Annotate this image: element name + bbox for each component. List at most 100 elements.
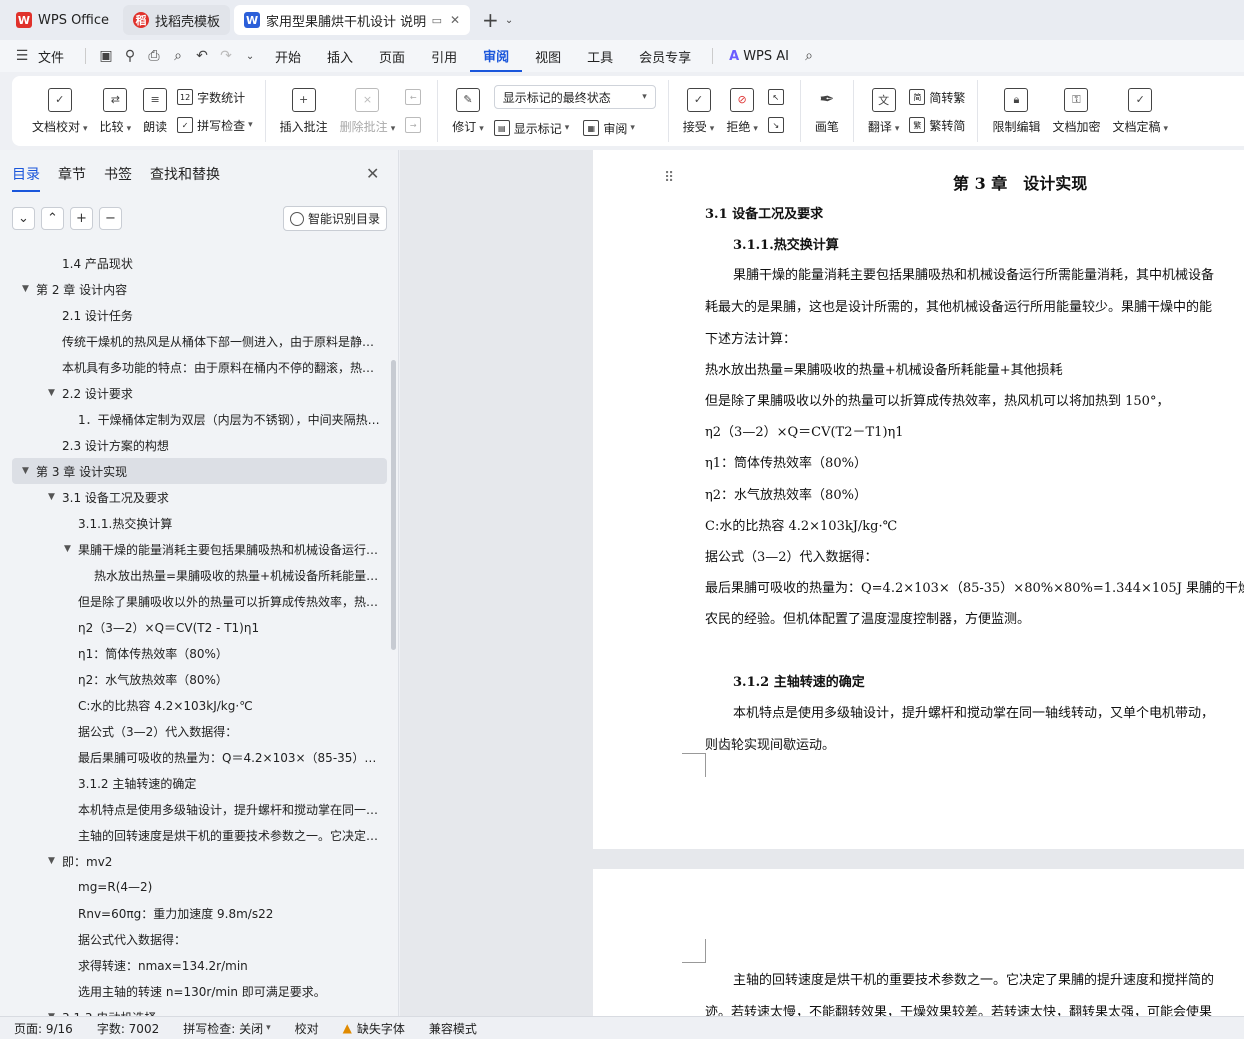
- toc-item[interactable]: 3.1.1.热交换计算: [12, 510, 387, 536]
- toc-item[interactable]: 2.1 设计任务: [12, 302, 387, 328]
- toc-item[interactable]: ▼ 第 2 章 设计内容: [12, 276, 387, 302]
- toc-item[interactable]: η1：筒体传热效率（80%）: [12, 640, 387, 666]
- print-preview-icon[interactable]: ⌕: [166, 44, 190, 68]
- pen-button[interactable]: ✒ 画笔: [809, 81, 845, 141]
- simplified-to-traditional-button[interactable]: 简 简转繁: [909, 88, 965, 106]
- toc-item[interactable]: ▼果脯干燥的能量消耗主要包括果脯吸热和机械设备运行所需能量消耗...: [12, 536, 387, 562]
- print-icon[interactable]: ⎙: [142, 44, 166, 68]
- toc-item[interactable]: ▼ 即：mv2: [12, 848, 387, 874]
- insert-comment-button[interactable]: + 插入批注: [274, 81, 334, 141]
- tab-current-document[interactable]: W 家用型果脯烘干机设计 说明书 ▭ ✕: [234, 5, 471, 35]
- menu-file[interactable]: 文件: [34, 40, 77, 72]
- translate-button[interactable]: 文 翻译 ▾: [862, 81, 906, 141]
- restrict-editing-button[interactable]: 🔒︎ 限制编辑: [986, 81, 1046, 141]
- toc-item[interactable]: 1.4 产品现状: [12, 250, 387, 276]
- toc-item[interactable]: 本机特点是使用多级轴设计，提升螺杆和搅动掌在同一轴线转动，...: [12, 796, 387, 822]
- menu-page[interactable]: 页面: [366, 40, 418, 72]
- track-changes-button[interactable]: ✎ 修订 ▾: [446, 81, 490, 141]
- toc-item[interactable]: ▼3.1.3 电动机选择: [12, 1004, 387, 1017]
- drag-handle-icon[interactable]: ⠿: [664, 170, 674, 186]
- menu-member[interactable]: 会员专享: [626, 40, 704, 72]
- compare-button[interactable]: ⇄ 比较 ▾: [94, 81, 138, 141]
- previous-change-button[interactable]: ↖: [767, 88, 788, 106]
- tab-wps-office[interactable]: W WPS Office: [6, 5, 119, 35]
- toc-item[interactable]: mg=R(4—2): [12, 874, 387, 900]
- show-markup-button[interactable]: ▤ 显示标记 ▾: [493, 119, 569, 137]
- toc-item[interactable]: 最后果脯可吸收的热量为：Q＝4.2×103×（85-35）×80%×80%...: [12, 744, 387, 770]
- toc-item[interactable]: 选用主轴的转速 n=130r/min 即可满足要求。: [12, 978, 387, 1004]
- menu-review[interactable]: 审阅: [470, 40, 523, 72]
- missing-font-button[interactable]: ▲ 缺失字体: [343, 1020, 405, 1037]
- add-heading-icon[interactable]: +: [70, 207, 93, 230]
- toc-item[interactable]: 1．干燥桶体定制为双层（内层为不锈钢），中间夹隔热保温层，...: [12, 406, 387, 432]
- toc-item[interactable]: η2：水气放热效率（80%）: [12, 666, 387, 692]
- new-tab-icon[interactable]: +: [482, 8, 499, 32]
- doc-check-button[interactable]: ✓ 文档校对 ▾: [26, 81, 94, 141]
- menu-view[interactable]: 视图: [522, 40, 574, 72]
- toc-item[interactable]: η2（3—2）×Q＝CV(T2 - T1)η1: [12, 614, 387, 640]
- finalize-document-button[interactable]: ✓ 文档定稿 ▾: [1106, 81, 1174, 141]
- chevron-down-icon[interactable]: ⌄: [505, 15, 513, 26]
- smart-toc-button[interactable]: 智能识别目录: [283, 206, 387, 231]
- redo-icon[interactable]: ↷: [214, 44, 238, 68]
- undo-icon[interactable]: ↶: [190, 44, 214, 68]
- hamburger-menu-icon[interactable]: ☰: [10, 44, 34, 68]
- next-change-button[interactable]: ↘: [767, 116, 788, 134]
- expand-triangle-icon[interactable]: ▼: [48, 388, 62, 398]
- review-pane-button[interactable]: ▦ 审阅 ▾: [583, 119, 635, 137]
- tab-toc[interactable]: 目录: [12, 164, 40, 192]
- expand-triangle-icon[interactable]: ▼: [48, 492, 62, 502]
- spell-check-button[interactable]: ✓ 拼写检查 ▾: [177, 116, 253, 134]
- word-count-indicator[interactable]: 字数: 7002: [97, 1020, 159, 1037]
- document-page[interactable]: ⠿ 第 3 章 设计实现 3.1 设备工况及要求 3.1.1.热交换计算 果脯干…: [593, 150, 1244, 849]
- toc-item[interactable]: ▼ 2.2 设计要求: [12, 380, 387, 406]
- toc-item[interactable]: 传统干燥机的热风是从桶体下部一侧进入，由于原料是静止的，热风只...: [12, 328, 387, 354]
- encrypt-document-button[interactable]: ⚿ 文档加密: [1046, 81, 1106, 141]
- word-count-button[interactable]: 12 字数统计: [177, 88, 253, 106]
- toc-item[interactable]: 求得转速：nmax=134.2r/min: [12, 952, 387, 978]
- toc-scrollbar[interactable]: [391, 360, 396, 650]
- menu-tools[interactable]: 工具: [574, 40, 626, 72]
- page-indicator[interactable]: 页面: 9/16: [14, 1020, 73, 1037]
- toc-item[interactable]: C:水的比热容 4.2×103kJ/kg·℃: [12, 692, 387, 718]
- document-page[interactable]: 主轴的回转速度是烘干机的重要技术参数之一。它决定了果脯的提升速度和搅拌简的 迹。…: [593, 869, 1244, 1016]
- search-icon[interactable]: ⌕: [797, 44, 821, 68]
- tab-find-replace[interactable]: 查找和替换: [150, 164, 220, 192]
- expand-triangle-icon[interactable]: ▼: [22, 466, 36, 476]
- accept-button[interactable]: ✓ 接受 ▾: [677, 81, 721, 141]
- toc-item[interactable]: 本机具有多功能的特点：由于原料在桶内不停的翻滚，热风对原料全方...: [12, 354, 387, 380]
- toc-item[interactable]: 3.1.2 主轴转速的确定: [12, 770, 387, 796]
- chevron-down-icon[interactable]: ⌄: [238, 44, 262, 68]
- save-icon[interactable]: ▣: [94, 44, 118, 68]
- monitor-icon[interactable]: ▭: [432, 14, 442, 27]
- toc-item[interactable]: 但是除了果脯吸收以外的热量可以折算成传热效率，热风机可以将...: [12, 588, 387, 614]
- toc-item[interactable]: 2.3 设计方案的构想: [12, 432, 387, 458]
- close-icon[interactable]: ✕: [450, 13, 460, 27]
- expand-triangle-icon[interactable]: ▼: [64, 544, 78, 554]
- toc-item[interactable]: 主轴的回转速度是烘干机的重要技术参数之一。它决定了果脯的提...: [12, 822, 387, 848]
- collapse-down-icon[interactable]: ⌄: [12, 207, 35, 230]
- previous-comment-button[interactable]: ←: [405, 88, 425, 106]
- tab-sections[interactable]: 章节: [58, 164, 86, 192]
- toc-item[interactable]: 热水放出热量=果脯吸收的热量+机械设备所耗能量+其他损耗: [12, 562, 387, 588]
- proofread-button[interactable]: 校对: [295, 1020, 319, 1037]
- toc-item[interactable]: 据公式（3—2）代入数据得：: [12, 718, 387, 744]
- close-icon[interactable]: ✕: [366, 164, 379, 183]
- next-comment-button[interactable]: →: [405, 116, 425, 134]
- share-link-icon[interactable]: ⚲: [118, 44, 142, 68]
- wps-ai-button[interactable]: A WPS AI: [721, 49, 797, 64]
- reject-button[interactable]: ⊘ 拒绝 ▾: [720, 81, 764, 141]
- markup-state-dropdown[interactable]: 显示标记的最终状态 ▾: [493, 85, 656, 109]
- remove-heading-icon[interactable]: −: [99, 207, 122, 230]
- expand-triangle-icon[interactable]: ▼: [22, 284, 36, 294]
- spell-check-toggle[interactable]: 拼写检查: 关闭 ▾: [183, 1020, 270, 1037]
- expand-triangle-icon[interactable]: ▼: [48, 856, 62, 866]
- menu-home[interactable]: 开始: [262, 40, 314, 72]
- toc-item[interactable]: ▼ 3.1 设备工况及要求: [12, 484, 387, 510]
- menu-insert[interactable]: 插入: [314, 40, 366, 72]
- collapse-up-icon[interactable]: ⌃: [41, 207, 64, 230]
- menu-references[interactable]: 引用: [418, 40, 470, 72]
- tab-bookmarks[interactable]: 书签: [104, 164, 132, 192]
- read-aloud-button[interactable]: ≡ 朗读: [137, 81, 173, 141]
- traditional-to-simplified-button[interactable]: 繁 繁转简: [909, 116, 965, 134]
